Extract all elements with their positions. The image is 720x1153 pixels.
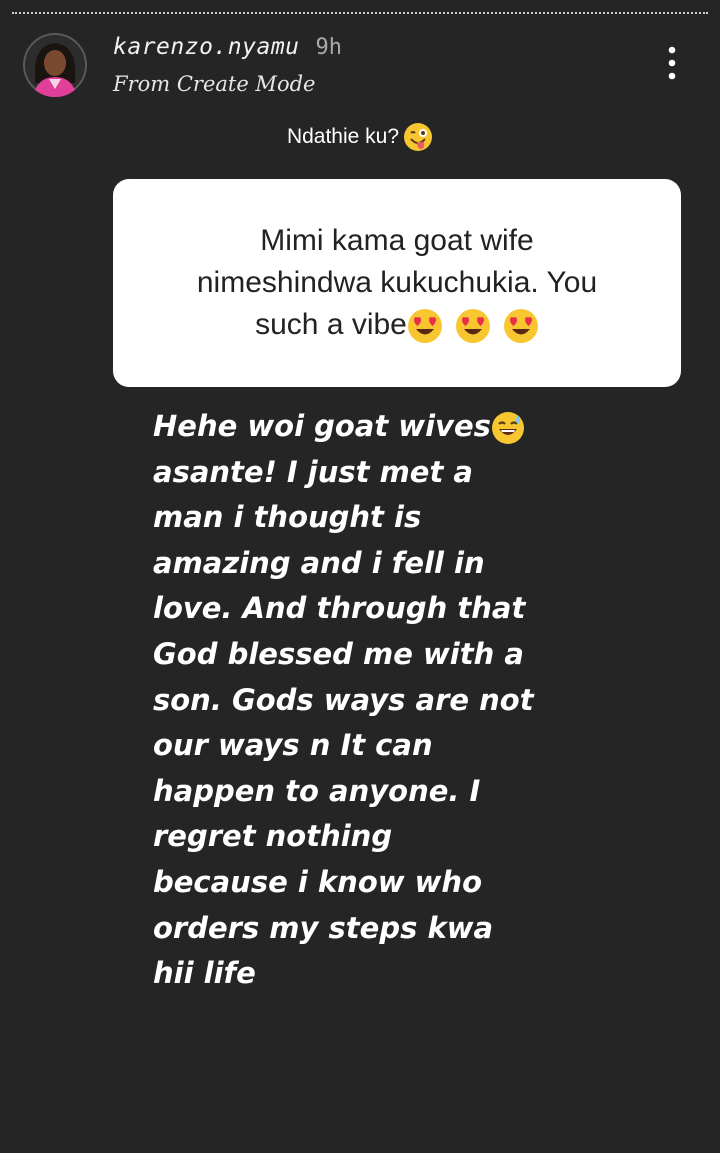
- progress-segment: [12, 12, 708, 14]
- answer-line: man i thought is: [153, 500, 422, 535]
- question-line: nimeshindwa kukuchukia. You: [196, 266, 598, 299]
- heart-eyes-icon: [455, 309, 490, 344]
- profile-photo: [23, 33, 87, 97]
- question-card-text: Mimi kama goat wife nimeshindwa kukuchuk…: [197, 220, 597, 346]
- more-vertical-icon: [668, 46, 676, 80]
- question-line: Mimi kama goat wife: [260, 224, 534, 257]
- answer-text: Hehe woi goat wives asante! I just met a…: [153, 404, 573, 997]
- answer-line: amazing and i fell in: [153, 545, 485, 580]
- question-title-text: Ndathie ku?: [286, 125, 400, 148]
- answer-line: regret nothing: [153, 819, 393, 854]
- question-card: Mimi kama goat wife nimeshindwa kukuchuk…: [113, 179, 681, 387]
- heart-eyes-icon: [407, 309, 442, 344]
- winking-face-with-tongue-icon: [404, 123, 433, 151]
- answer-line: God blessed me with a: [153, 636, 524, 671]
- heart-eyes-icon: [503, 309, 538, 344]
- grinning-sweat-icon: [491, 412, 524, 444]
- story-source-label: From Create Mode: [113, 72, 316, 96]
- answer-line: Hehe woi goat wives: [153, 409, 491, 443]
- question-line: such a vibe: [255, 308, 407, 341]
- answer-line: asante! I just met a: [153, 454, 474, 489]
- avatar[interactable]: [23, 33, 87, 97]
- question-sticker-title: Ndathie ku?: [0, 120, 720, 154]
- post-time: 9h: [315, 35, 343, 60]
- answer-line: our ways n It can: [153, 728, 433, 763]
- username-link[interactable]: karenzo.nyamu: [113, 34, 300, 60]
- answer-line: happen to anyone. I: [153, 773, 481, 808]
- story-progress-bar: [12, 12, 708, 15]
- answer-line: because i know who: [153, 864, 482, 899]
- answer-line: hii life: [153, 956, 256, 991]
- answer-line: son. Gods ways are not: [153, 682, 534, 717]
- answer-line: love. And through that: [153, 591, 526, 626]
- answer-line: orders my steps kwa: [153, 910, 494, 945]
- more-options-button[interactable]: [660, 46, 684, 80]
